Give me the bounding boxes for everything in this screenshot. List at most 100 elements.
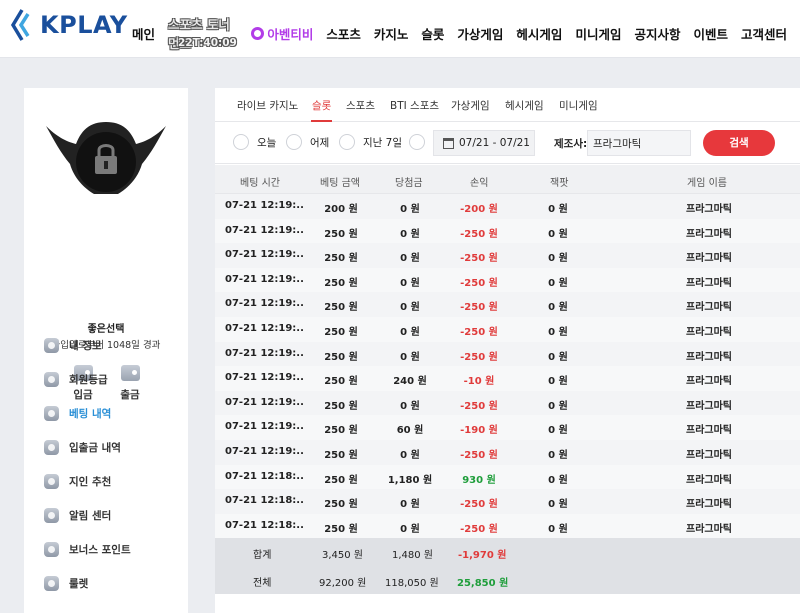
cell-bet-time: 07-21 12:19:... — [225, 200, 303, 211]
col-jackpot: 잭팟 — [550, 178, 569, 189]
cell-bet-amount: 250 원 — [324, 499, 358, 511]
tab-virtual[interactable]: 가상게임 — [451, 98, 490, 113]
tab-bti-sports[interactable]: BTI 스포츠 — [390, 98, 439, 113]
top-header: KPLAY 메인 스포츠 토너먼트 22T:40:09 아벤티비 스포츠 카지노… — [0, 0, 800, 58]
withdraw-button[interactable]: 출금 — [110, 365, 150, 402]
sidebar-item-transactions[interactable]: 입출금 내역 — [44, 437, 121, 457]
total-bet: 92,200 원 — [319, 578, 367, 589]
nav-sports-tournament[interactable]: 스포츠 토너먼트 22T:40:09 — [168, 14, 238, 52]
list-icon — [44, 405, 59, 421]
table-row[interactable]: 07-21 12:19:... 250 원 60 원 -190 원 0 원 프라그마틱 — [215, 415, 800, 440]
cell-profit-loss: -250 원 — [460, 351, 498, 363]
cell-jackpot: 0 원 — [548, 499, 568, 511]
cell-game-name: 프라그마틱 — [686, 450, 732, 461]
cell-win-amount: 0 원 — [400, 228, 420, 240]
table-row[interactable]: 07-21 12:19:... 250 원 0 원 -250 원 0 원 프라그마틱 — [215, 243, 800, 268]
cell-win-amount: 0 원 — [400, 253, 420, 265]
cell-bet-amount: 250 원 — [324, 450, 358, 461]
table-row[interactable]: 07-21 12:19:... 250 원 0 원 -250 원 0 원 프라그마틱 — [215, 440, 800, 465]
cell-bet-amount: 250 원 — [324, 425, 358, 437]
nav-sports[interactable]: 스포츠 — [326, 24, 361, 43]
filter-custom[interactable] — [409, 134, 433, 150]
sidebar-item-label: 보너스 포인트 — [69, 543, 131, 556]
people-icon — [44, 473, 59, 489]
cell-game-name: 프라그마틱 — [686, 376, 732, 388]
filter-today[interactable]: 오늘 — [233, 134, 276, 150]
cell-bet-time: 07-21 12:19:... — [225, 224, 303, 236]
table-row[interactable]: 07-21 12:19:... 250 원 0 원 -250 원 0 원 프라그마틱 — [215, 341, 800, 367]
cell-bet-amount: 250 원 — [324, 351, 358, 363]
nav-mini[interactable]: 미니게임 — [575, 24, 621, 43]
total-label: 전체 — [253, 578, 272, 589]
nav-notice[interactable]: 공지사항 — [634, 24, 680, 43]
cell-jackpot: 0 원 — [548, 327, 568, 338]
table-row[interactable]: 07-21 12:19:... 250 원 0 원 -250 원 0 원 프라그마틱 — [215, 218, 800, 244]
afreeca-icon — [251, 26, 265, 40]
radio-circle — [286, 134, 302, 150]
cell-game-name: 프라그마틱 — [686, 523, 732, 535]
cell-bet-amount: 250 원 — [324, 302, 358, 314]
nav-virtual[interactable]: 가상게임 — [457, 24, 503, 43]
sidebar-item-notifications[interactable]: 알림 센터 — [44, 505, 111, 525]
total-row: 전체 92,200 원 118,050 원 25,850 원 — [215, 566, 800, 594]
tab-mini[interactable]: 미니게임 — [559, 98, 598, 113]
cell-bet-time: 07-21 12:19:... — [225, 372, 303, 384]
tab-slot[interactable]: 슬롯 — [310, 98, 333, 122]
tab-sports[interactable]: 스포츠 — [346, 98, 375, 113]
filter-yesterday[interactable]: 어제 — [286, 134, 329, 150]
nav-event[interactable]: 이벤트 — [693, 24, 728, 43]
table-row[interactable]: 07-21 12:19:... 250 원 0 원 -250 원 0 원 프라그마틱 — [215, 267, 800, 293]
nav-main[interactable]: 메인 — [132, 24, 155, 43]
col-win-amount: 당첨금 — [395, 178, 423, 189]
nav-slot[interactable]: 슬롯 — [421, 24, 444, 43]
cell-bet-amount: 250 원 — [324, 253, 358, 265]
cell-jackpot: 0 원 — [548, 204, 568, 215]
cell-bet-time: 07-21 12:19:... — [225, 273, 303, 285]
table-row[interactable]: 07-21 12:19:... 200 원 0 원 -200 원 0 원 프라그마틱 — [215, 194, 800, 219]
filter-last7-label: 지난 7일 — [363, 136, 402, 149]
sidebar-item-referral[interactable]: 지인 추천 — [44, 471, 111, 491]
filter-last7[interactable]: 지난 7일 — [339, 134, 402, 150]
main-nav: 메인 스포츠 토너먼트 22T:40:09 아벤티비 스포츠 카지노 슬롯 가상… — [132, 14, 800, 52]
wallet-icon — [44, 439, 59, 455]
sidebar-item-roulette[interactable]: 룰렛 — [44, 573, 88, 593]
sidebar-item-member-level[interactable]: 회원등급 — [44, 369, 108, 389]
nav-hash[interactable]: 헤시게임 — [516, 24, 562, 43]
cell-bet-amount: 250 원 — [324, 400, 358, 412]
user-icon — [44, 337, 59, 353]
table-row[interactable]: 07-21 12:18:... 250 원 0 원 -250 원 0 원 프라그마틱 — [215, 489, 800, 514]
radio-circle — [409, 134, 425, 150]
cell-bet-time: 07-21 12:18:... — [225, 495, 303, 507]
col-profit-loss: 손익 — [470, 178, 489, 189]
table-row[interactable]: 07-21 12:19:... 250 원 0 원 -250 원 0 원 프라그마틱 — [215, 317, 800, 342]
deposit-label: 입금 — [73, 389, 93, 401]
table-row[interactable]: 07-21 12:18:... 250 원 0 원 -250 원 0 원 프라그마틱 — [215, 513, 800, 539]
cell-bet-time: 07-21 12:18:... — [225, 519, 303, 531]
tab-hash[interactable]: 헤시게임 — [505, 98, 544, 113]
maker-input[interactable] — [587, 130, 691, 156]
table-row[interactable]: 07-21 12:18:... 250 원 1,180 원 930 원 0 원 프라그마틱 — [215, 464, 800, 490]
cell-game-name: 프라그마틱 — [686, 327, 732, 338]
table-row[interactable]: 07-21 12:19:... 250 원 0 원 -250 원 0 원 프라그마틱 — [215, 292, 800, 317]
cell-game-name: 프라그마틱 — [686, 351, 732, 363]
nav-afreeca[interactable]: 아벤티비 — [251, 24, 313, 43]
search-button[interactable]: 검색 — [703, 130, 775, 156]
filter-bar: 오늘 어제 지난 7일 07/21 - 07/21 제조사: 검색 — [215, 122, 800, 164]
nav-casino[interactable]: 카지노 — [374, 24, 409, 43]
cell-profit-loss: -250 원 — [460, 400, 498, 412]
table-row[interactable]: 07-21 12:19:... 250 원 0 원 -250 원 0 원 프라그마틱 — [215, 390, 800, 416]
cell-game-name: 프라그마틱 — [686, 425, 732, 437]
subtotal-bet: 3,450 원 — [322, 550, 364, 561]
sidebar-item-my-info[interactable]: 내 정보 — [44, 335, 102, 355]
cell-win-amount: 0 원 — [400, 351, 420, 363]
table-row[interactable]: 07-21 12:19:... 250 원 240 원 -10 원 0 원 프라그마틱 — [215, 366, 800, 391]
logo[interactable]: KPLAY — [10, 8, 128, 42]
nav-support[interactable]: 고객센터 — [741, 24, 787, 43]
logo-icon — [10, 9, 30, 41]
date-range-picker[interactable]: 07/21 - 07/21 — [433, 130, 535, 156]
cell-game-name: 프라그마틱 — [686, 228, 732, 240]
cell-jackpot: 0 원 — [548, 228, 568, 240]
sidebar-item-bet-history[interactable]: 베팅 내역 — [44, 403, 111, 423]
tab-live-casino[interactable]: 라이브 카지노 — [237, 98, 298, 113]
sidebar-item-bonus-points[interactable]: 보너스 포인트 — [44, 539, 131, 559]
